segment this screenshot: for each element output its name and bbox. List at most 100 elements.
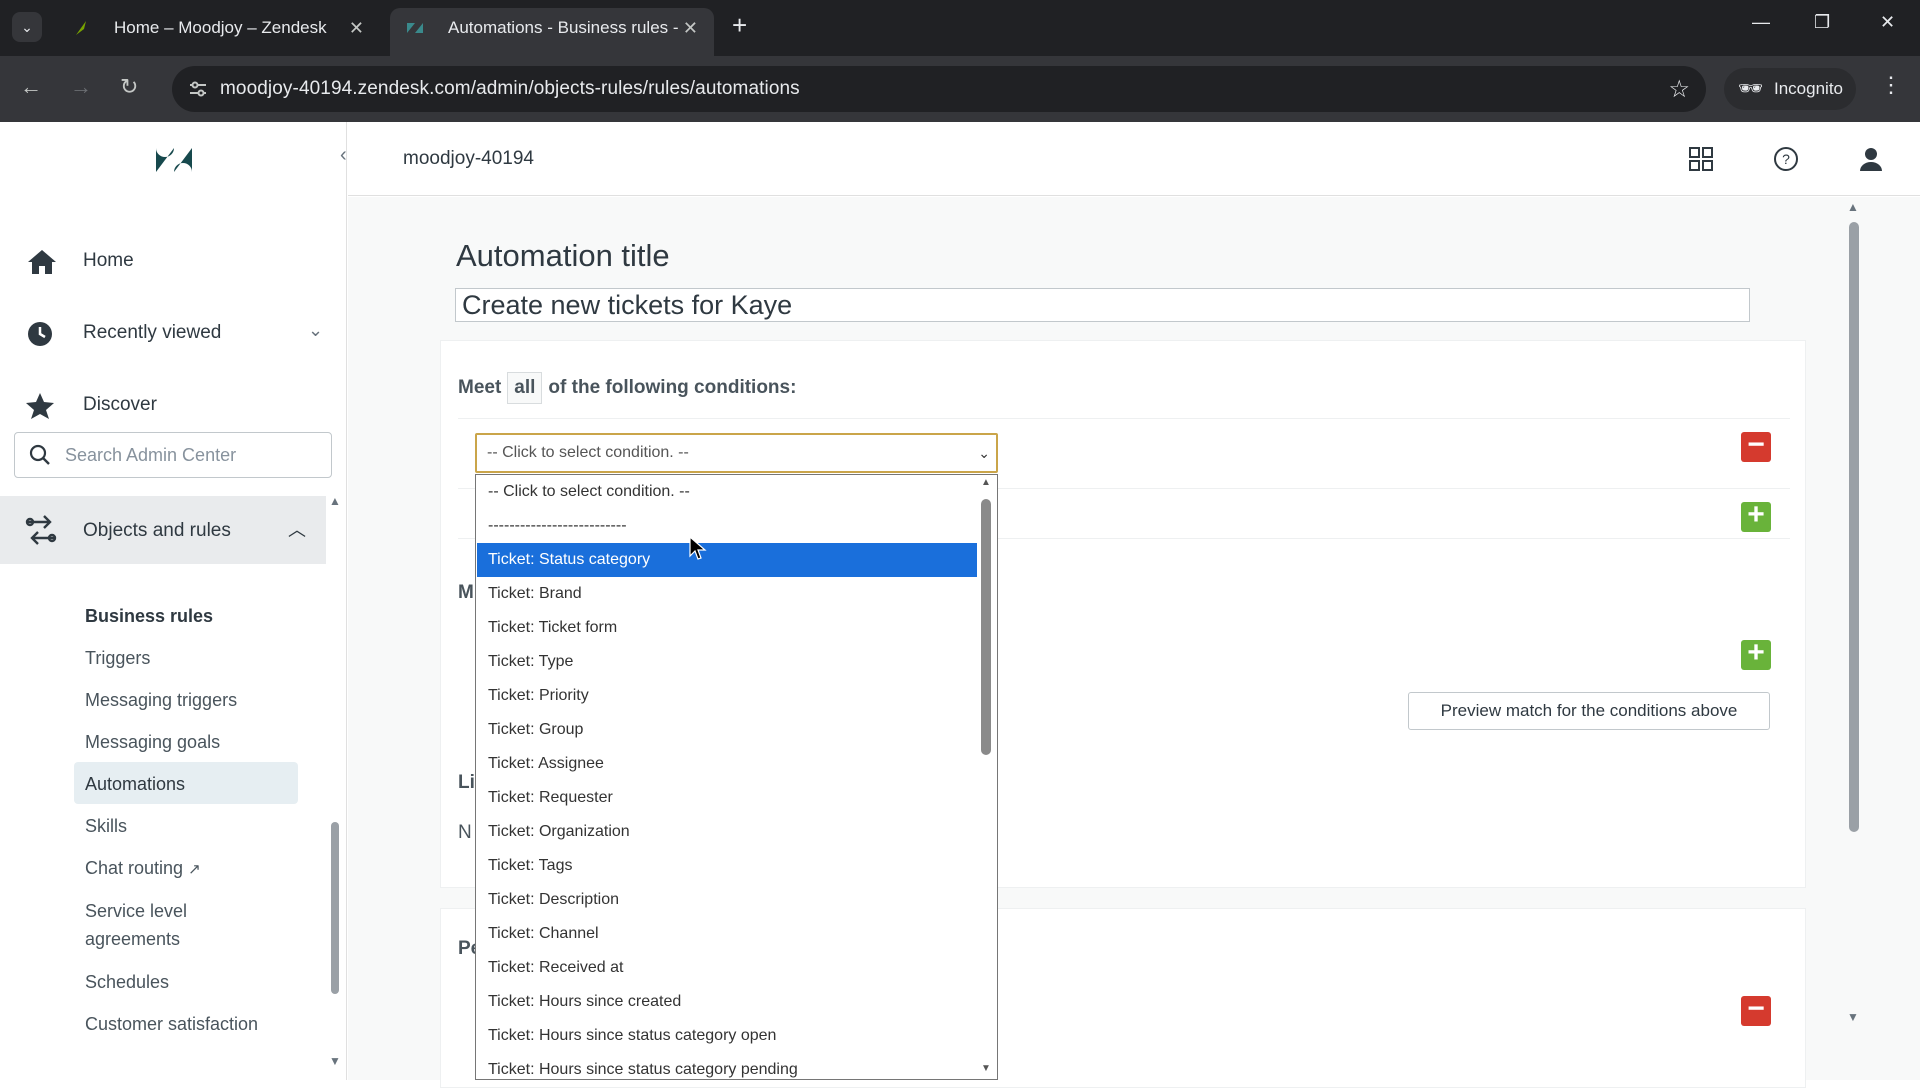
row-divider [458,418,1790,419]
sidebar-scrollbar[interactable] [331,822,339,994]
dropdown-separator: -------------------------- [488,517,627,534]
sidebar-scroll-down-icon[interactable]: ▼ [329,1054,341,1068]
remove-action-button[interactable]: − [1741,994,1771,1026]
preview-match-button[interactable]: Preview match for the conditions above [1408,692,1770,730]
sidebar-item-customer-satisfaction[interactable]: Customer satisfaction [85,1014,258,1035]
nav-discover[interactable]: Discover [0,376,347,436]
dropdown-option[interactable]: Ticket: Hours since status category open [477,1019,977,1053]
dropdown-option-selected[interactable]: Ticket: Status category [477,543,977,577]
back-icon[interactable]: ← [20,74,42,100]
user-avatar-icon[interactable] [1858,146,1884,172]
meet-prefix: Meet [458,377,502,398]
dropdown-option[interactable]: Ticket: Hours since status category pend… [477,1053,977,1079]
condition-dropdown-list[interactable]: -- Click to select condition. -- -------… [475,474,998,1080]
collapse-sidebar-icon[interactable]: ‹ [340,144,347,167]
tab-title: Home – Moodjoy – Zendesk [114,18,327,37]
any-conditions-label: M [458,582,474,603]
incognito-indicator[interactable]: 🕶 Incognito [1724,68,1856,110]
browser-menu-icon[interactable]: ⋮ [1880,72,1902,98]
close-icon[interactable]: ✕ [683,8,698,48]
tab-list-button[interactable]: ⌄ [12,12,42,42]
dropdown-option[interactable]: Ticket: Tags [477,849,977,883]
tab-automations[interactable]: Automations - Business rules - ✕ [390,8,714,56]
nav-home[interactable]: Home [0,232,347,292]
browser-tab-bar: ⌄ Home – Moodjoy – Zendesk ✕ Automations… [0,0,1920,56]
dropdown-option[interactable]: Ticket: Priority [477,679,977,713]
close-icon[interactable]: ✕ [349,8,364,48]
site-settings-icon[interactable] [188,79,208,99]
sidebar-item-agreements[interactable]: agreements [85,929,180,950]
search-icon [29,444,50,465]
incognito-label: Incognito [1774,79,1843,98]
url-text: moodjoy-40194.zendesk.com/admin/objects-… [220,78,800,99]
limit-label: Li [458,772,475,793]
tab-title: Automations - Business rules - [448,18,679,37]
search-input[interactable] [65,441,315,469]
dropdown-option[interactable]: Ticket: Ticket form [477,611,977,645]
window-close-icon[interactable]: ✕ [1880,12,1895,33]
dropdown-scroll-up-icon[interactable]: ▲ [981,477,991,488]
mouse-cursor-icon [689,536,707,560]
dropdown-option[interactable]: Ticket: Received at [477,951,977,985]
meet-conditions-text: Meet all of the following conditions: [458,372,796,404]
search-admin-center[interactable] [14,432,332,478]
main-scrollbar[interactable] [1849,222,1859,832]
chevron-down-icon[interactable]: ⌄ [308,320,323,341]
meet-all-selector[interactable]: all [507,372,543,404]
dropdown-option[interactable]: Ticket: Organization [477,815,977,849]
dropdown-option[interactable]: Ticket: Group [477,713,977,747]
nav-recently-viewed[interactable]: Recently viewed ⌄ [0,304,347,364]
sidebar-item-triggers[interactable]: Triggers [85,648,150,669]
svg-text:?: ? [1782,151,1790,167]
sidebar-scroll-up-icon[interactable]: ▲ [329,494,341,508]
dropdown-option[interactable]: Ticket: Channel [477,917,977,951]
condition-select[interactable]: -- Click to select condition. -- ⌄ [475,433,998,473]
automation-title-label: Automation title [456,238,670,273]
dropdown-scrollbar[interactable] [981,499,991,755]
dropdown-option[interactable]: Ticket: Brand [477,577,977,611]
dropdown-option[interactable]: Ticket: Requester [477,781,977,815]
add-any-condition-button[interactable]: + [1741,638,1771,670]
star-icon [26,393,54,419]
chevron-up-icon[interactable]: ︿ [288,516,306,542]
minimize-icon[interactable]: — [1752,12,1770,33]
condition-select-value: -- Click to select condition. -- [487,444,689,461]
add-condition-button[interactable]: + [1741,500,1771,532]
remove-condition-button[interactable]: − [1741,430,1771,462]
forward-icon[interactable]: → [70,74,92,100]
chevron-down-icon: ⌄ [978,445,990,461]
sidebar-item-messaging-goals[interactable]: Messaging goals [85,732,220,753]
automation-title-input[interactable]: Create new tickets for Kaye [455,288,1750,322]
dropdown-option[interactable]: Ticket: Assignee [477,747,977,781]
nav-objects-and-rules[interactable]: Objects and rules ︿ [0,496,326,564]
main-scroll-up-icon[interactable]: ▲ [1847,200,1859,214]
dropdown-option[interactable]: -- Click to select condition. -- [477,475,977,509]
dropdown-scroll-down-icon[interactable]: ▼ [981,1063,991,1074]
account-name: moodjoy-40194 [403,148,534,169]
restore-icon[interactable]: ❐ [1814,12,1830,33]
apps-grid-icon[interactable] [1688,146,1714,172]
help-icon[interactable]: ? [1773,146,1799,172]
meet-suffix: of the following conditions: [548,377,797,398]
dropdown-option[interactable]: Ticket: Hours since created [477,985,977,1019]
home-icon [28,250,56,274]
sidebar-item-messaging-triggers[interactable]: Messaging triggers [85,690,237,711]
reload-icon[interactable]: ↻ [120,74,138,100]
sidebar-item-automations[interactable]: Automations [85,774,185,795]
sidebar-item-service-level[interactable]: Service level [85,901,187,922]
zendesk-logo-icon[interactable] [154,140,194,180]
dropdown-option[interactable]: Ticket: Description [477,883,977,917]
nav-label: Home [83,250,134,271]
sidebar-item-skills[interactable]: Skills [85,816,127,837]
browser-toolbar: ← → ↻ moodjoy-40194.zendesk.com/admin/ob… [0,56,1920,122]
tab-home[interactable]: Home – Moodjoy – Zendesk ✕ [56,8,380,56]
main-scroll-down-icon[interactable]: ▼ [1847,1010,1859,1024]
sidebar-item-schedules[interactable]: Schedules [85,972,169,993]
sidebar-item-chat-routing[interactable]: Chat routing ↗ [85,858,201,879]
dropdown-option[interactable]: Ticket: Type [477,645,977,679]
bookmark-star-icon[interactable]: ☆ [1668,75,1690,104]
address-bar[interactable]: moodjoy-40194.zendesk.com/admin/objects-… [172,66,1706,112]
clock-icon [28,322,52,346]
business-rules-heading: Business rules [85,606,214,626]
new-tab-icon[interactable]: + [732,10,747,41]
